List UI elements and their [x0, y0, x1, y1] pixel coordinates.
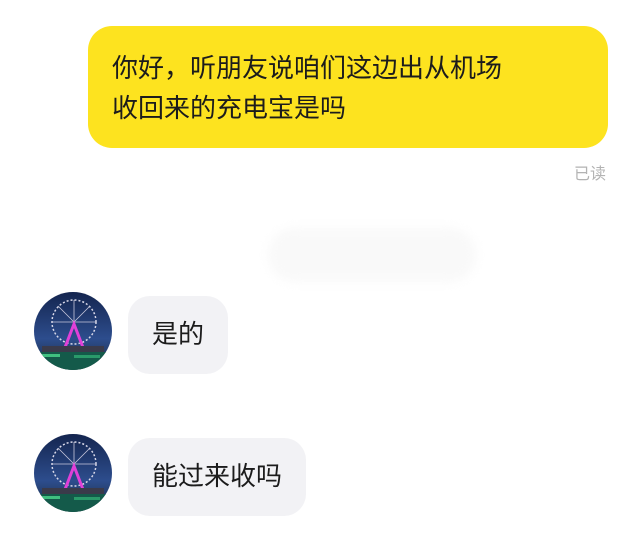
contact-avatar[interactable]: [34, 292, 112, 370]
outgoing-message-bubble[interactable]: 你好，听朋友说咱们这边出从机场 收回来的充电宝是吗: [88, 26, 608, 148]
read-receipt-label: 已读: [573, 164, 606, 183]
incoming-message-bubble[interactable]: 能过来收吗: [128, 438, 307, 516]
blurred-region: [268, 228, 476, 282]
ferris-wheel-night-icon: [34, 434, 112, 512]
incoming-message-bubble[interactable]: 是的: [128, 296, 229, 374]
ferris-wheel-night-icon: [34, 292, 112, 370]
contact-avatar[interactable]: [34, 434, 112, 512]
